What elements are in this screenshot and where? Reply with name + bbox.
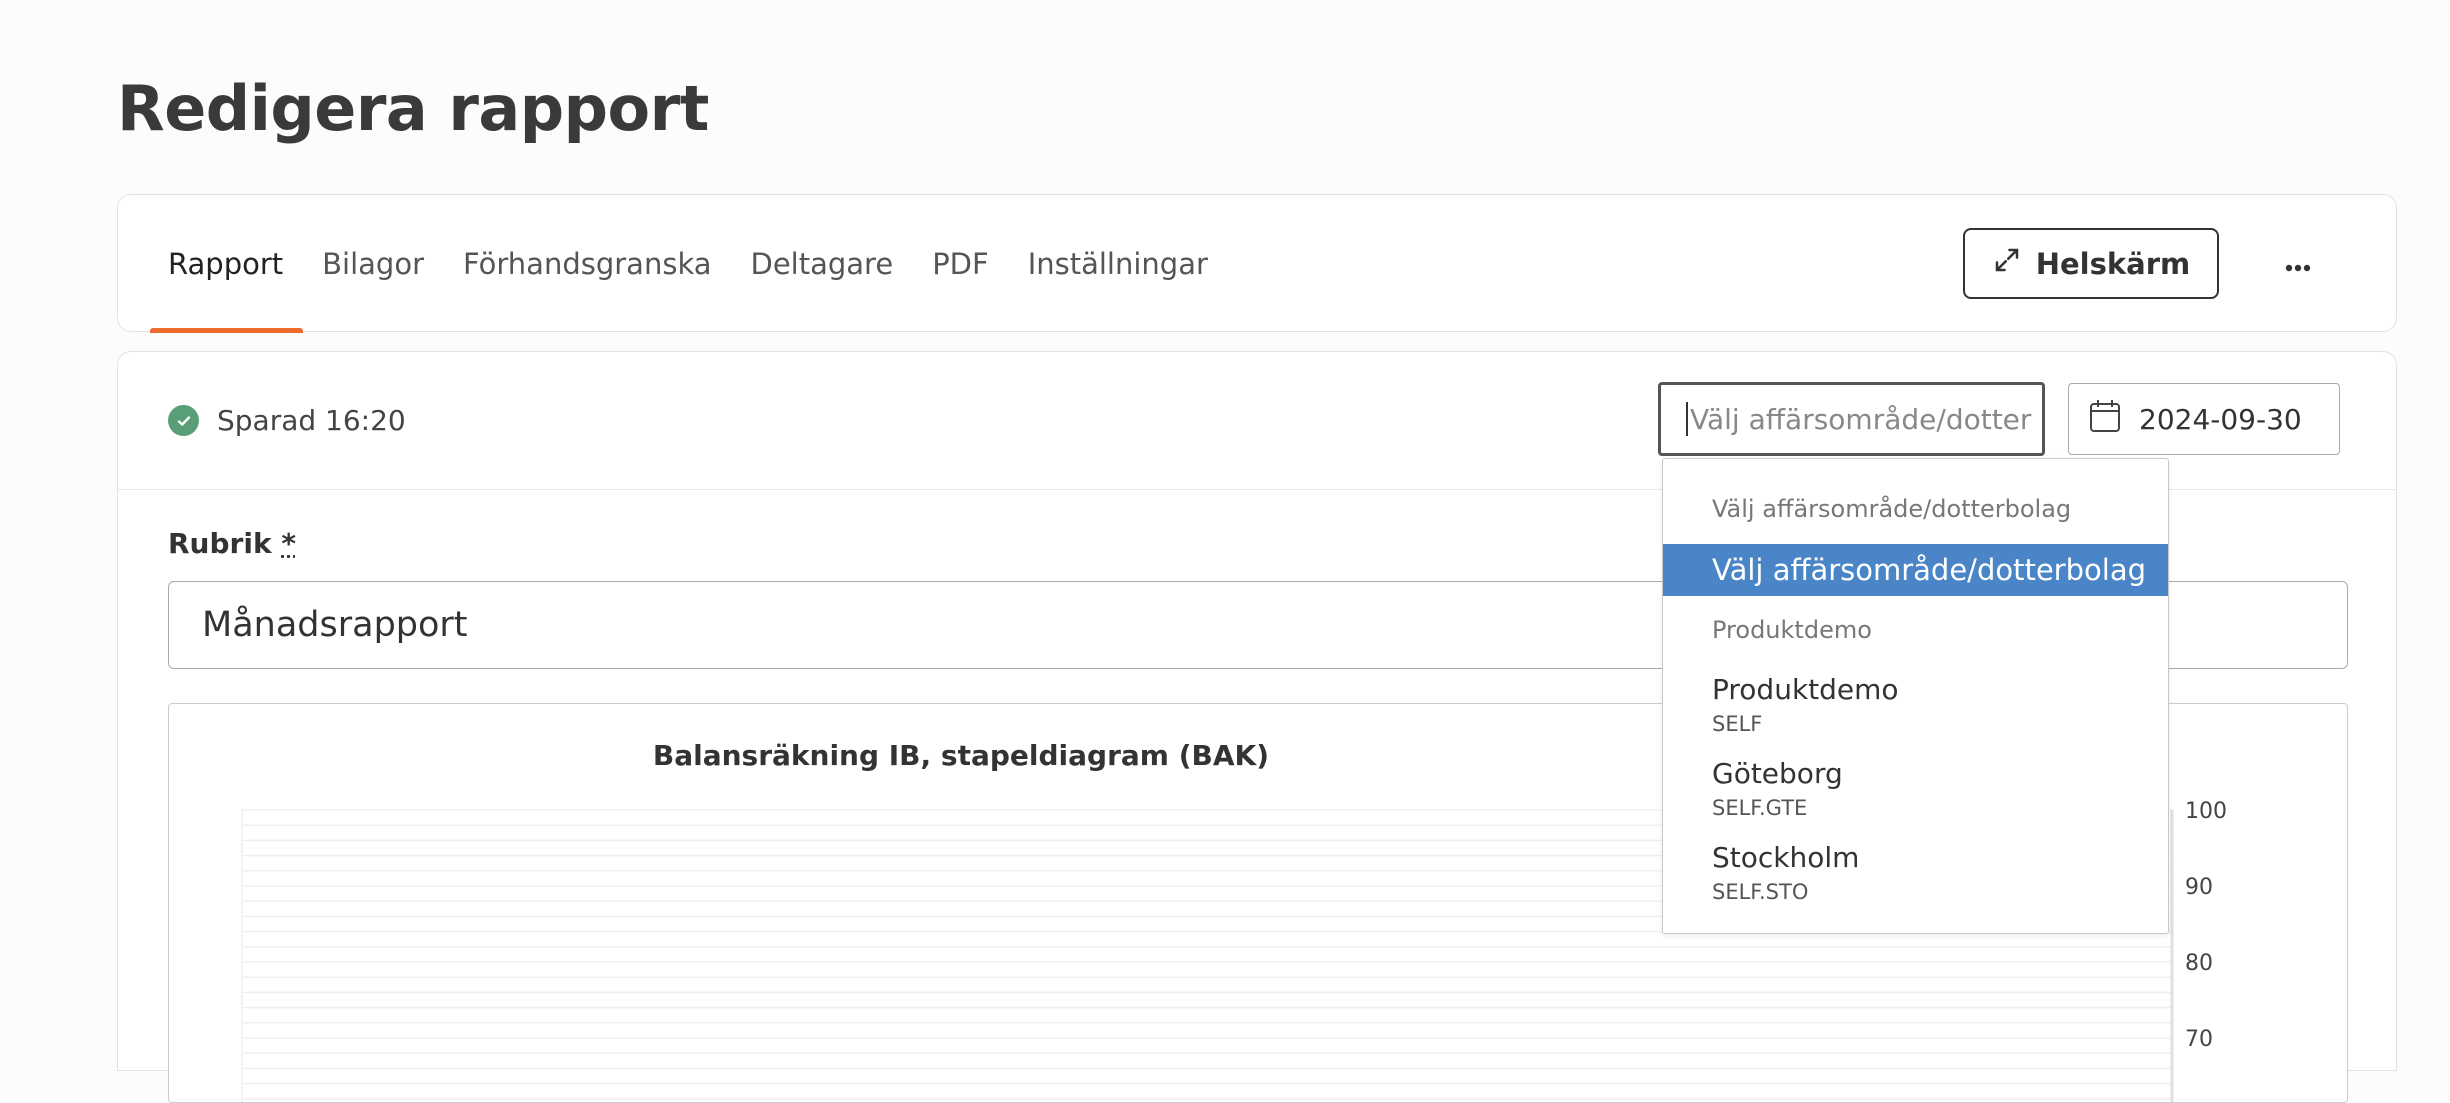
page-title: Redigera rapport <box>117 72 709 145</box>
option-name: Produktdemo <box>1712 673 1899 706</box>
tab-rapport[interactable]: Rapport <box>149 195 304 333</box>
company-dropdown-menu: Välj affärsområde/dotterbolag Välj affär… <box>1662 458 2169 934</box>
tab-bar: Rapport Bilagor Förhandsgranska Deltagar… <box>149 195 1247 333</box>
date-picker[interactable]: 2024-09-30 <box>2068 383 2340 455</box>
dropdown-option[interactable]: Stockholm SELF.STO <box>1712 841 1859 904</box>
option-code: SELF.STO <box>1712 880 1809 904</box>
tab-pdf[interactable]: PDF <box>932 195 989 333</box>
tab-installningar[interactable]: Inställningar <box>1028 195 1208 333</box>
dropdown-option[interactable]: Göteborg SELF.GTE <box>1712 757 1843 820</box>
company-select-input[interactable]: Välj affärsområde/dotter <box>1658 382 2045 456</box>
text-caret <box>1686 402 1688 436</box>
dropdown-group-header: Produktdemo <box>1712 616 1872 644</box>
y-tick-label: 90 <box>2185 875 2213 900</box>
tabs-card: Rapport Bilagor Förhandsgranska Deltagar… <box>117 194 2397 333</box>
rubrik-value: Månadsrapport <box>202 605 468 645</box>
y-tick-label: 70 <box>2185 1027 2213 1052</box>
dropdown-option[interactable]: Produktdemo SELF <box>1712 673 1899 736</box>
company-select-placeholder: Välj affärsområde/dotter <box>1690 402 2032 436</box>
save-status: Sparad 16:20 <box>168 404 406 437</box>
saved-text: Sparad 16:20 <box>217 404 406 437</box>
rubrik-label-text: Rubrik <box>168 527 272 560</box>
expand-icon <box>1992 245 2022 282</box>
option-name: Stockholm <box>1712 841 1860 874</box>
tab-forhandsgranska[interactable]: Förhandsgranska <box>463 195 712 333</box>
dropdown-option-highlighted[interactable]: Välj affärsområde/dotterbolag <box>1663 544 2168 596</box>
y-tick-label: 100 <box>2185 799 2227 824</box>
dropdown-group-header: Välj affärsområde/dotterbolag <box>1712 495 2072 523</box>
date-value: 2024-09-30 <box>2139 402 2302 436</box>
fullscreen-label: Helskärm <box>2035 246 2191 281</box>
more-options-button[interactable] <box>2273 240 2323 286</box>
ellipsis-icon <box>2285 246 2311 280</box>
check-circle-icon <box>168 405 199 436</box>
y-tick-label: 80 <box>2185 951 2213 976</box>
tab-deltagare[interactable]: Deltagare <box>751 195 894 333</box>
calendar-icon <box>2089 399 2121 440</box>
required-marker: * <box>281 527 296 560</box>
option-name: Göteborg <box>1712 757 1843 790</box>
option-code: SELF.GTE <box>1712 796 1808 820</box>
tab-bilagor[interactable]: Bilagor <box>322 195 424 333</box>
option-code: SELF <box>1712 712 1763 736</box>
rubrik-label: Rubrik * <box>168 527 296 560</box>
fullscreen-button[interactable]: Helskärm <box>1963 228 2219 299</box>
